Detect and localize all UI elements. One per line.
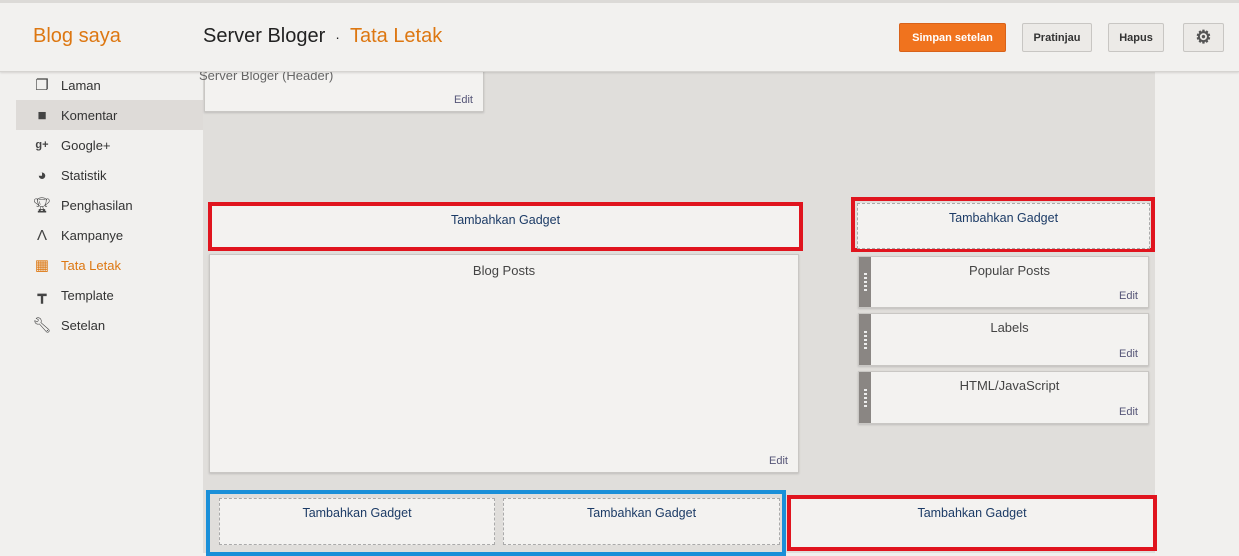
add-gadget-sidebar[interactable]: Tambahkan Gadget	[857, 203, 1150, 249]
sidebar-item-setelan[interactable]: 🔧︎ Setelan	[16, 310, 203, 340]
sidebar-item-label: Kampanye	[61, 227, 124, 243]
sidebar-item-kampanye[interactable]: Λ Kampanye	[16, 220, 203, 250]
delete-button[interactable]: Hapus	[1108, 23, 1164, 52]
blog-name[interactable]: Server Bloger	[203, 25, 325, 47]
add-gadget-footer-3[interactable]: Tambahkan Gadget	[791, 499, 1153, 547]
trophy-icon: 🏆︎	[32, 197, 52, 214]
popular-posts-gadget[interactable]: Popular Posts Edit	[858, 256, 1149, 308]
gadget-name: Popular Posts	[969, 263, 1050, 278]
gadget-name: Blog Posts	[472, 263, 536, 278]
edit-link[interactable]: Edit	[1119, 348, 1138, 360]
sidebar-item-google-plus[interactable]: g+ Google+	[16, 130, 203, 160]
sidebar-item-tata-letak[interactable]: ▦ Tata Letak	[16, 250, 203, 280]
edit-link[interactable]: Edit	[454, 94, 473, 106]
sidebar-item-label: Google+	[61, 137, 111, 153]
blog-saya-link[interactable]: Blog saya	[33, 25, 121, 48]
html-javascript-gadget[interactable]: HTML/JavaScript Edit	[858, 371, 1149, 424]
current-page: Tata Letak	[349, 25, 443, 47]
sidebar-item-komentar[interactable]: ■ Komentar	[16, 100, 203, 130]
comment-icon: ■	[37, 106, 47, 124]
sidebar-item-laman[interactable]: ❐ Laman	[16, 70, 203, 100]
sidebar-item-label: Komentar	[61, 107, 118, 123]
settings-button[interactable]: ⚙	[1183, 23, 1224, 52]
edit-link[interactable]: Edit	[1119, 406, 1138, 418]
preview-button[interactable]: Pratinjau	[1022, 23, 1092, 52]
sidebar-item-label: Penghasilan	[61, 197, 133, 213]
sidebar-item-template[interactable]: ┳ Template	[16, 280, 203, 310]
blog-posts-gadget[interactable]: Blog Posts Edit	[209, 254, 799, 473]
page-title: Server Bloger · Tata Letak	[203, 25, 442, 48]
sidebar-item-penghasilan[interactable]: 🏆︎ Penghasilan	[16, 190, 203, 220]
wrench-icon: 🔧︎	[32, 317, 52, 334]
pages-icon: ❐	[35, 77, 49, 94]
layout-icon: ▦	[34, 257, 50, 274]
sidebar-item-statistik[interactable]: ◕ Statistik	[16, 160, 203, 190]
add-gadget-main-top[interactable]: Tambahkan Gadget	[212, 206, 799, 247]
paint-roller-icon: ┳	[37, 287, 47, 304]
labels-gadget[interactable]: Labels Edit	[858, 313, 1149, 366]
title-separator: ·	[335, 29, 340, 45]
adwords-icon: Λ	[36, 226, 48, 244]
sidebar-item-label: Tata Letak	[61, 257, 121, 273]
gear-icon: ⚙	[1195, 27, 1212, 47]
save-settings-button[interactable]: Simpan setelan	[899, 23, 1006, 52]
right-margin	[1155, 72, 1239, 553]
gadget-name: HTML/JavaScript	[959, 378, 1060, 393]
edit-link[interactable]: Edit	[1119, 290, 1138, 302]
sidebar-item-label: Laman	[61, 77, 101, 93]
gadget-name: Labels	[990, 320, 1029, 335]
drag-handle[interactable]	[859, 314, 871, 365]
header: Blog saya Server Bloger · Tata Letak Simpa…	[0, 0, 1239, 72]
pie-chart-icon: ◕	[37, 166, 47, 184]
edit-link[interactable]: Edit	[769, 455, 788, 467]
google-plus-icon: g+	[35, 139, 49, 151]
drag-handle[interactable]	[859, 372, 871, 423]
add-gadget-footer-1[interactable]: Tambahkan Gadget	[219, 498, 495, 545]
add-gadget-footer-2[interactable]: Tambahkan Gadget	[503, 498, 780, 545]
sidebar-item-label: Setelan	[61, 317, 106, 333]
sidebar-item-label: Template	[61, 287, 114, 303]
drag-handle[interactable]	[859, 257, 871, 307]
sidebar-item-label: Statistik	[61, 167, 107, 183]
